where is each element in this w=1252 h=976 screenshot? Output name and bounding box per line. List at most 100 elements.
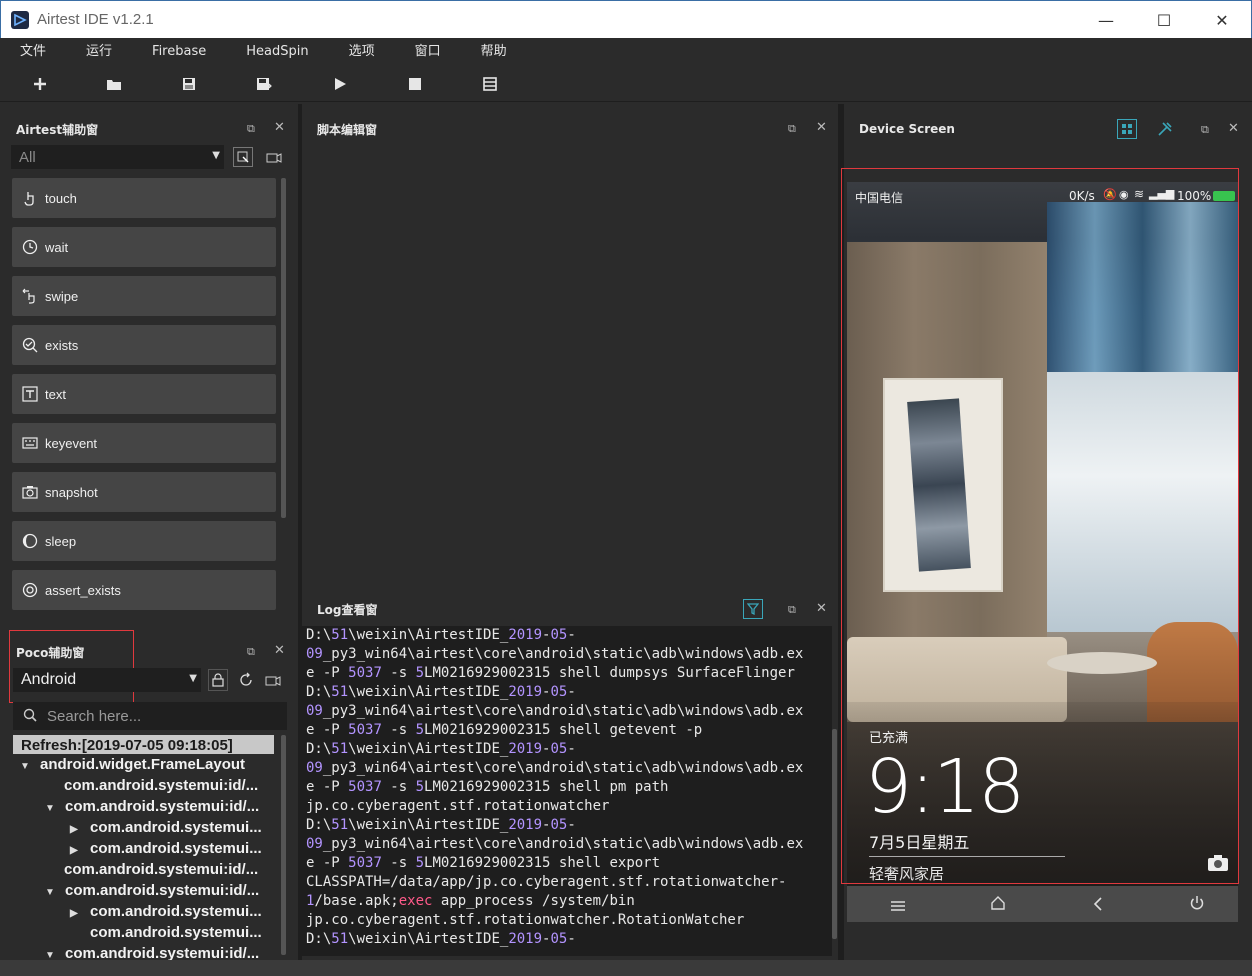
api-label: wait — [45, 239, 69, 255]
api-snapshot-button[interactable]: snapshot — [12, 472, 276, 512]
log-segment: 5 — [415, 855, 425, 871]
expand-down-icon[interactable]: ▼ — [45, 803, 59, 814]
expand-right-icon[interactable]: ▶ — [70, 845, 84, 856]
tree-node-label: com.android.systemui:id/... — [64, 777, 259, 794]
api-swipe-button[interactable]: swipe — [12, 276, 276, 316]
float-icon[interactable]: ⧉ — [788, 122, 796, 136]
log-segment: D:\ — [306, 817, 332, 833]
script-editor-area[interactable] — [302, 144, 838, 574]
tree-node[interactable]: ▶ com.android.systemui... — [70, 903, 262, 924]
poco-search-field[interactable]: Search here... — [13, 702, 287, 730]
minimize-button[interactable]: — — [1077, 1, 1135, 39]
log-segment: 2019 — [508, 741, 543, 757]
log-report-icon[interactable] — [480, 74, 500, 94]
log-segment: D:\ — [306, 931, 332, 947]
refresh-timestamp: Refresh:[2019-07-05 09:18:05] — [21, 737, 233, 754]
log-segment: LM0216929002315 shell export — [424, 855, 661, 871]
log-segment: _py3_win64\airtest\core\android\static\a… — [322, 836, 804, 852]
tree-node[interactable]: ▼ android.widget.FrameLayout — [20, 756, 245, 777]
layout-icon[interactable] — [1117, 119, 1137, 139]
close-panel-icon[interactable]: ✕ — [816, 601, 827, 616]
api-text-button[interactable]: text — [12, 374, 276, 414]
menu-icon[interactable] — [890, 897, 906, 916]
tree-node[interactable]: ▼ com.android.systemui:id/... — [45, 945, 259, 960]
log-segment: LM0216929002315 shell pm path — [424, 779, 669, 795]
title-bar: Airtest IDE v1.2.1 — ☐ ✕ — [0, 0, 1252, 38]
tree-node[interactable]: com.android.systemui:id/... — [64, 777, 258, 798]
float-icon[interactable]: ⧉ — [788, 603, 796, 617]
log-segment: 05 — [550, 741, 568, 757]
log-segment: 5037 — [348, 855, 382, 871]
tree-node[interactable]: ▼ com.android.systemui:id/... — [45, 882, 259, 903]
refresh-icon[interactable] — [235, 669, 257, 691]
close-panel-icon[interactable]: ✕ — [816, 120, 827, 135]
menu-window[interactable]: 窗口 — [395, 38, 461, 66]
stop-icon[interactable] — [405, 74, 425, 94]
api-assert-exists-button[interactable]: assert_exists — [12, 570, 276, 610]
expand-right-icon[interactable]: ▶ — [70, 908, 84, 919]
record-icon[interactable] — [264, 147, 284, 167]
maximize-button[interactable]: ☐ — [1135, 1, 1193, 39]
close-panel-icon[interactable]: ✕ — [274, 120, 285, 135]
poco-mode-select[interactable]: Android ▼ — [13, 668, 201, 692]
tree-node[interactable]: ▶ com.android.systemui... — [70, 819, 262, 840]
menu-options[interactable]: 选项 — [329, 38, 395, 66]
expand-right-icon[interactable]: ▶ — [70, 824, 84, 835]
tools-icon[interactable] — [1155, 119, 1175, 139]
tree-node[interactable]: ▶ com.android.systemui... — [70, 840, 262, 861]
menu-bar: 文件 运行 Firebase HeadSpin 选项 窗口 帮助 — [0, 38, 1252, 66]
log-segment: CLASSPATH=/data/app/jp.co.cyberagent.stf… — [306, 874, 787, 890]
float-icon[interactable]: ⧉ — [1201, 123, 1209, 137]
float-icon[interactable]: ⧉ — [247, 645, 255, 659]
api-touch-button[interactable]: touch — [12, 178, 276, 218]
power-icon[interactable] — [1189, 895, 1205, 915]
run-icon[interactable] — [330, 74, 350, 94]
api-keyevent-button[interactable]: keyevent — [12, 423, 276, 463]
tree-node[interactable]: com.android.systemui... — [90, 924, 262, 945]
log-segment: 05 — [550, 931, 568, 947]
tree-node[interactable]: ▼ com.android.systemui:id/... — [45, 798, 259, 819]
close-button[interactable]: ✕ — [1193, 1, 1251, 39]
log-segment: -s — [381, 779, 416, 795]
log-output[interactable]: D:\51\weixin\AirtestIDE_2019-05- 09_py3_w… — [302, 626, 832, 956]
airtest-scrollbar[interactable] — [281, 178, 286, 518]
api-wait-button[interactable]: wait — [12, 227, 276, 267]
log-scrollbar[interactable] — [832, 729, 837, 939]
menu-firebase[interactable]: Firebase — [132, 38, 226, 66]
lock-icon[interactable] — [208, 669, 228, 691]
new-file-icon[interactable] — [30, 74, 50, 94]
home-icon[interactable] — [990, 895, 1006, 915]
record-icon[interactable] — [262, 669, 284, 691]
touch-icon — [22, 190, 38, 206]
log-line: 1/base.apk;exec app_process /system/bin — [306, 892, 832, 911]
expand-down-icon[interactable]: ▼ — [20, 761, 34, 772]
airtest-filter-select[interactable]: All ▼ — [11, 145, 224, 169]
open-folder-icon[interactable] — [104, 74, 124, 94]
log-segment: 5 — [415, 665, 425, 681]
expand-down-icon[interactable]: ▼ — [45, 950, 59, 960]
api-exists-button[interactable]: exists — [12, 325, 276, 365]
select-element-icon[interactable] — [233, 147, 253, 167]
log-line: e -P 5037 -s 5LM0216929002315 shell gete… — [306, 721, 832, 740]
filter-icon[interactable] — [743, 599, 763, 619]
tree-node-label: com.android.systemui:id/... — [65, 798, 260, 815]
save-as-icon[interactable] — [254, 74, 274, 94]
poco-scrollbar[interactable] — [281, 735, 286, 955]
back-icon[interactable] — [1093, 896, 1103, 915]
menu-run[interactable]: 运行 — [66, 38, 132, 66]
save-icon[interactable] — [179, 74, 199, 94]
api-sleep-button[interactable]: sleep — [12, 521, 276, 561]
menu-headspin[interactable]: HeadSpin — [226, 38, 328, 66]
close-panel-icon[interactable]: ✕ — [1228, 121, 1239, 136]
log-line: 09_py3_win64\airtest\core\android\static… — [306, 759, 832, 778]
tree-node[interactable]: com.android.systemui:id/... — [64, 861, 258, 882]
log-segment: -s — [381, 722, 416, 738]
log-line: D:\51\weixin\AirtestIDE_2019-05- — [306, 816, 832, 835]
device-panel-title: Device Screen — [859, 122, 955, 136]
float-icon[interactable]: ⧉ — [247, 122, 255, 136]
menu-help[interactable]: 帮助 — [461, 38, 527, 66]
expand-down-icon[interactable]: ▼ — [45, 887, 59, 898]
menu-file[interactable]: 文件 — [0, 38, 66, 66]
refresh-timestamp-row[interactable]: Refresh:[2019-07-05 09:18:05] — [13, 735, 274, 754]
close-panel-icon[interactable]: ✕ — [274, 643, 285, 658]
